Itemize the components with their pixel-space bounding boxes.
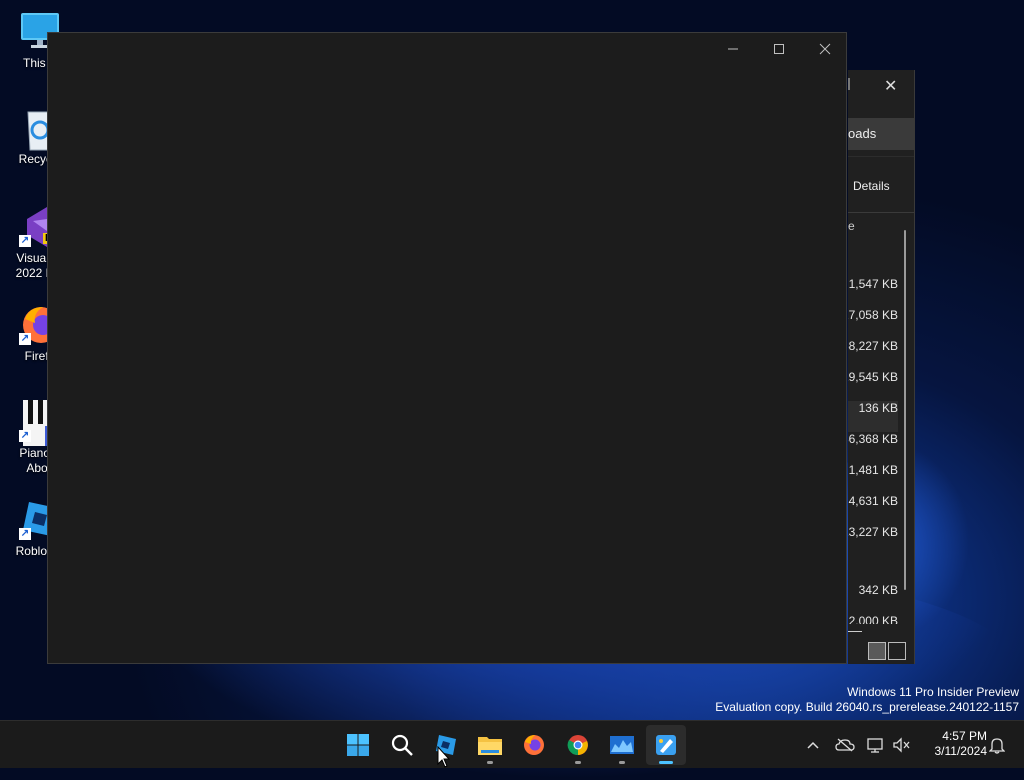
- file-size-cell: 1,481 KB: [848, 463, 898, 477]
- file-size-cell: 342 KB: [858, 583, 898, 597]
- cloud-offline-icon: [835, 738, 855, 751]
- caption-separator: [848, 78, 850, 90]
- explorer-close-icon[interactable]: ✕: [884, 76, 897, 96]
- status-divider: [848, 631, 862, 632]
- taskbar-firefox[interactable]: [514, 725, 554, 765]
- taskbar: 4:57 PM 3/11/2024: [0, 720, 1024, 768]
- file-size-cell: 1,547 KB: [848, 277, 898, 291]
- tiles-view-icon[interactable]: [888, 642, 906, 660]
- file-size-cell: 58,227 KB: [848, 339, 898, 353]
- file-explorer-window[interactable]: ✕ oads Details e 1,547 KB 27,058 KB 58,2…: [848, 70, 915, 664]
- volume-muted-icon: [893, 736, 910, 753]
- address-bar[interactable]: oads: [848, 118, 914, 150]
- watermark-build: Evaluation copy. Build 26040.rs_prerelea…: [715, 700, 1019, 714]
- watermark-edition: Windows 11 Pro Insider Preview: [847, 685, 1019, 699]
- address-text: oads: [848, 126, 877, 141]
- network-tray[interactable]: [864, 721, 888, 768]
- details-button[interactable]: Details: [853, 179, 890, 193]
- volume-tray[interactable]: [890, 721, 914, 768]
- search-button[interactable]: [382, 725, 422, 765]
- maximize-button[interactable]: [756, 33, 802, 65]
- close-icon: [819, 43, 831, 55]
- search-icon: [391, 734, 413, 756]
- vertical-scrollbar[interactable]: [904, 230, 906, 590]
- clock-time: 4:57 PM: [942, 729, 987, 743]
- file-size-cell: 29,545 KB: [848, 370, 898, 384]
- minimize-icon: [728, 48, 738, 50]
- start-button[interactable]: [338, 725, 378, 765]
- show-hidden-icons-button[interactable]: [801, 721, 825, 768]
- toolbar-divider: [848, 156, 914, 157]
- chevron-up-icon: [807, 741, 819, 749]
- minimize-button[interactable]: [710, 33, 756, 65]
- notification-button[interactable]: [985, 721, 1009, 768]
- chrome-icon: [567, 735, 588, 756]
- mouse-cursor-icon: [437, 746, 451, 768]
- column-header-fragment[interactable]: e: [848, 219, 855, 233]
- running-indicator: [487, 761, 493, 764]
- toolbar-divider: [848, 212, 914, 213]
- paint-icon: [656, 735, 676, 755]
- blank-app-window[interactable]: [47, 32, 847, 664]
- details-view-icon[interactable]: [868, 642, 886, 660]
- file-size-cell: [848, 556, 898, 583]
- shortcut-arrow-icon: ↗: [19, 528, 31, 540]
- taskbar-paint[interactable]: [646, 725, 686, 765]
- onedrive-tray[interactable]: [833, 721, 857, 768]
- bell-icon: [989, 737, 1005, 754]
- maximize-icon: [774, 44, 784, 54]
- shortcut-arrow-icon: ↗: [19, 235, 31, 247]
- file-size-cell: 13,227 KB: [848, 525, 898, 539]
- view-toggle: [868, 642, 908, 660]
- file-size-cell: 4,631 KB: [848, 494, 898, 508]
- running-indicator: [575, 761, 581, 764]
- start-icon: [347, 734, 369, 756]
- shortcut-arrow-icon: ↗: [19, 333, 31, 345]
- file-size-cell-selected[interactable]: 136 KB: [848, 401, 898, 432]
- taskbar-file-explorer[interactable]: [470, 725, 510, 765]
- network-icon: [867, 737, 883, 753]
- taskbar-chrome[interactable]: [558, 725, 598, 765]
- active-indicator: [659, 761, 673, 764]
- file-size-column: 1,547 KB 27,058 KB 58,227 KB 29,545 KB 1…: [848, 277, 898, 624]
- file-size-cell: 2,000 KB: [848, 614, 898, 624]
- clock-button[interactable]: 4:57 PM 3/11/2024: [917, 729, 988, 759]
- taskbar-task-manager[interactable]: [602, 725, 642, 765]
- clock-date: 3/11/2024: [934, 744, 988, 758]
- firefox-icon: [524, 735, 544, 755]
- close-button[interactable]: [802, 33, 848, 65]
- file-explorer-icon: [478, 737, 502, 755]
- file-size-cell: 36,368 KB: [848, 432, 898, 446]
- file-size-cell: 27,058 KB: [848, 308, 898, 322]
- shortcut-arrow-icon: ↗: [19, 430, 31, 442]
- windows-watermark: Windows 11 Pro Insider Preview Evaluatio…: [715, 685, 1019, 715]
- running-indicator: [619, 761, 625, 764]
- task-manager-icon: [610, 736, 634, 754]
